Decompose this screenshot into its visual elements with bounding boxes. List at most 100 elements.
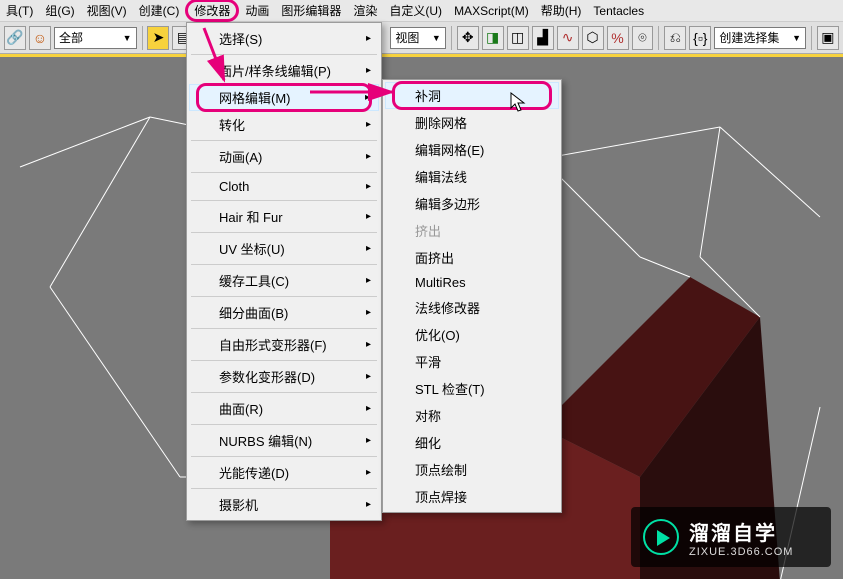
combo-label: 视图: [395, 29, 419, 46]
menu-item-label: Cloth: [219, 179, 249, 194]
modifier-menu-item[interactable]: 面片/样条线编辑(P): [189, 57, 379, 84]
menu-item-label: 光能传递(D): [219, 463, 289, 482]
named-sel-icon[interactable]: ⎌: [664, 26, 686, 50]
menu-item-label: NURBS 编辑(N): [219, 431, 312, 450]
percent-snap-icon[interactable]: %: [607, 26, 629, 50]
menu-item-label: 摄影机: [219, 495, 258, 514]
person-icon[interactable]: ☺: [29, 26, 51, 50]
scale-icon[interactable]: ◫: [507, 26, 529, 50]
modifier-menu-item[interactable]: 参数化变形器(D): [189, 363, 379, 390]
watermark-url: ZIXUE.3D66.COM: [689, 546, 793, 558]
view-combo[interactable]: 视图▼: [390, 27, 445, 49]
mesh-edit-menu-item[interactable]: 对称: [385, 402, 559, 429]
menu-item-label: 平滑: [415, 352, 441, 371]
mesh-edit-menu-item[interactable]: 细化: [385, 429, 559, 456]
watermark-title: 溜溜自学: [689, 517, 793, 546]
angle-snap-icon[interactable]: ⬡: [582, 26, 604, 50]
menu-item-label: 编辑多边形: [415, 194, 480, 213]
combo-label: 创建选择集: [719, 29, 779, 46]
mesh-edit-menu-item[interactable]: 删除网格: [385, 109, 559, 136]
menu-item-label: UV 坐标(U): [219, 239, 285, 258]
edit-set-icon[interactable]: {▫}: [689, 26, 711, 50]
mesh-edit-menu-item[interactable]: 顶点绘制: [385, 456, 559, 483]
menu-item-label: 细化: [415, 433, 441, 452]
modifier-menu-item[interactable]: 网格编辑(M): [189, 84, 379, 111]
menu-item-label: 编辑网格(E): [415, 140, 484, 159]
toolbar: 🔗 ☺ 全部▼ ➤ ▤ 视图▼ ✥ ◨ ◫ ▟ ∿ ⬡ % ⌾ ⎌ {▫} 创建…: [0, 22, 843, 54]
mesh-edit-menu-item[interactable]: 面挤出: [385, 244, 559, 271]
menu-item-label: 编辑法线: [415, 167, 467, 186]
menu-item-label: 面片/样条线编辑(P): [219, 61, 331, 80]
menu-item-label: STL 检查(T): [415, 379, 485, 398]
modifier-menu-item[interactable]: UV 坐标(U): [189, 235, 379, 262]
menu-modifier[interactable]: 修改器: [185, 0, 239, 22]
mesh-edit-menu-item[interactable]: 编辑多边形: [385, 190, 559, 217]
menu-item-label: 参数化变形器(D): [219, 367, 315, 386]
menu-item-label: Hair 和 Fur: [219, 207, 283, 226]
modifier-menu-item[interactable]: 曲面(R): [189, 395, 379, 422]
mirror-icon[interactable]: ▟: [532, 26, 554, 50]
menu-item-label: 挤出: [415, 221, 441, 240]
menu-item-label: 顶点焊接: [415, 487, 467, 506]
mesh-edit-menu-item[interactable]: STL 检查(T): [385, 375, 559, 402]
menu-item-label: 删除网格: [415, 113, 467, 132]
menu-anim[interactable]: 动画: [239, 0, 275, 22]
menu-item-label: MultiRes: [415, 275, 466, 290]
mesh-edit-menu-item[interactable]: 顶点焊接: [385, 483, 559, 510]
modifier-menu-item[interactable]: Cloth: [189, 175, 379, 198]
mesh-edit-menu-item[interactable]: 优化(O): [385, 321, 559, 348]
menu-tool[interactable]: 具(T): [0, 0, 39, 22]
mesh-edit-menu-item[interactable]: 法线修改器: [385, 294, 559, 321]
menu-custom[interactable]: 自定义(U): [383, 0, 448, 22]
menu-item-label: 动画(A): [219, 147, 262, 166]
modifier-menu-item[interactable]: 转化: [189, 111, 379, 138]
modifier-menu-item[interactable]: Hair 和 Fur: [189, 203, 379, 230]
modifier-dropdown: 选择(S) 面片/样条线编辑(P) 网格编辑(M) 转化动画(A) Cloth Hair …: [186, 22, 382, 521]
mesh-edit-menu-item: 挤出: [385, 217, 559, 244]
menu-item-label: 细分曲面(B): [219, 303, 288, 322]
menu-item-label: 网格编辑(M): [219, 88, 291, 107]
menu-create[interactable]: 创建(C): [133, 0, 186, 22]
move-icon[interactable]: ✥: [457, 26, 479, 50]
mesh-edit-menu-item[interactable]: 补洞: [385, 82, 559, 109]
mesh-edit-menu-item[interactable]: 平滑: [385, 348, 559, 375]
link-icon[interactable]: 🔗: [4, 26, 26, 50]
menu-help[interactable]: 帮助(H): [535, 0, 588, 22]
modifier-menu-item[interactable]: 摄影机: [189, 491, 379, 518]
magnet-icon[interactable]: ⌾: [632, 26, 654, 50]
extra-icon[interactable]: ▣: [817, 26, 839, 50]
combo-label: 全部: [59, 29, 83, 46]
modifier-menu-item[interactable]: 光能传递(D): [189, 459, 379, 486]
modifier-menu-item[interactable]: NURBS 编辑(N): [189, 427, 379, 454]
play-icon: [643, 519, 679, 555]
create-selection-set-combo[interactable]: 创建选择集▼: [714, 27, 806, 49]
modifier-menu-item[interactable]: 选择(S): [189, 25, 379, 52]
snap-icon[interactable]: ∿: [557, 26, 579, 50]
modifier-menu-item[interactable]: 细分曲面(B): [189, 299, 379, 326]
menu-item-label: 优化(O): [415, 325, 460, 344]
menu-item-label: 转化: [219, 115, 245, 134]
menu-item-label: 缓存工具(C): [219, 271, 289, 290]
menu-item-label: 曲面(R): [219, 399, 263, 418]
selection-filter-combo[interactable]: 全部▼: [54, 27, 137, 49]
toggle-icon[interactable]: ◨: [482, 26, 504, 50]
modifier-menu-item[interactable]: 动画(A): [189, 143, 379, 170]
menu-item-label: 自由形式变形器(F): [219, 335, 327, 354]
mesh-edit-menu-item[interactable]: 编辑法线: [385, 163, 559, 190]
menu-item-label: 补洞: [415, 86, 441, 105]
menu-group[interactable]: 组(G): [39, 0, 80, 22]
menu-grapheditor[interactable]: 图形编辑器: [275, 0, 347, 22]
menu-item-label: 面挤出: [415, 248, 454, 267]
mesh-edit-menu-item[interactable]: 编辑网格(E): [385, 136, 559, 163]
menu-render[interactable]: 渲染: [347, 0, 383, 22]
modifier-menu-item[interactable]: 自由形式变形器(F): [189, 331, 379, 358]
menu-maxscript[interactable]: MAXScript(M): [448, 1, 535, 21]
menu-view[interactable]: 视图(V): [81, 0, 133, 22]
menu-item-label: 选择(S): [219, 29, 262, 48]
select-arrow-icon[interactable]: ➤: [147, 26, 169, 50]
menu-tentacles[interactable]: Tentacles: [587, 1, 650, 21]
watermark-logo: 溜溜自学 ZIXUE.3D66.COM: [631, 507, 831, 567]
menu-item-label: 法线修改器: [415, 298, 480, 317]
mesh-edit-menu-item[interactable]: MultiRes: [385, 271, 559, 294]
modifier-menu-item[interactable]: 缓存工具(C): [189, 267, 379, 294]
